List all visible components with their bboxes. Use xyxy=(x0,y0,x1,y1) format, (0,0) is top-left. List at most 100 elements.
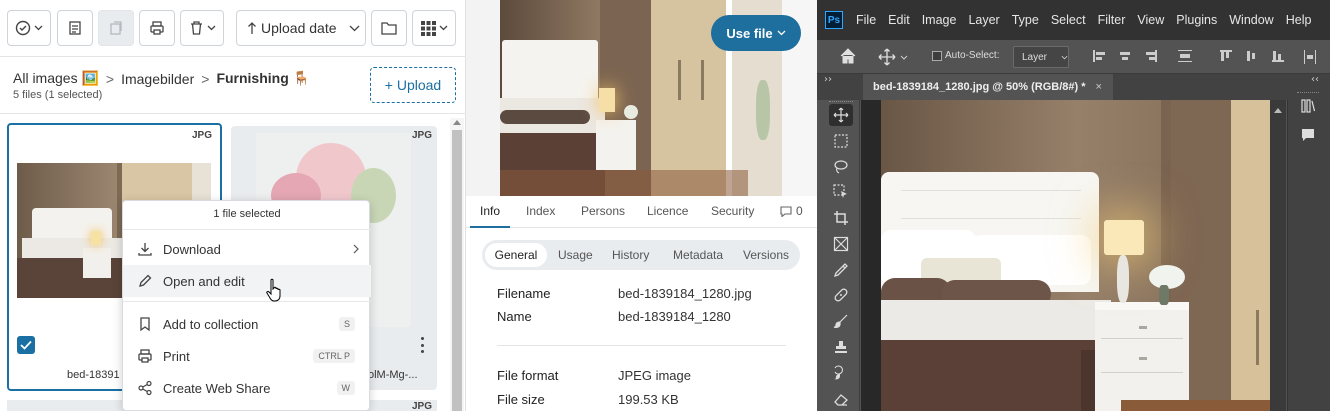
home-icon[interactable] xyxy=(839,47,857,65)
breadcrumb-imagebilder[interactable]: Imagebilder xyxy=(121,71,194,87)
use-file-button[interactable]: Use file xyxy=(711,15,801,51)
comments-icon[interactable] xyxy=(1300,127,1316,143)
header-divider xyxy=(0,113,466,114)
distribute-vertical-icon[interactable] xyxy=(1304,50,1316,64)
libraries-icon[interactable] xyxy=(1300,98,1316,114)
subtab-versions[interactable]: Versions xyxy=(743,248,789,262)
breadcrumb-current: Furnishing 🪑 xyxy=(216,70,311,86)
ps-menu-help[interactable]: Help xyxy=(1286,13,1312,27)
share-icon xyxy=(138,380,152,396)
ps-menu-view[interactable]: View xyxy=(1137,13,1164,27)
eraser-tool[interactable] xyxy=(829,388,853,410)
ps-menu-image[interactable]: Image xyxy=(922,13,957,27)
ps-menu-select[interactable]: Select xyxy=(1051,13,1086,27)
bookmark-icon xyxy=(140,317,150,332)
subtab-general[interactable]: General xyxy=(485,243,547,267)
tab-index[interactable]: Index xyxy=(526,204,555,218)
sort-label: Upload date xyxy=(261,20,337,36)
history-brush-tool[interactable] xyxy=(829,362,853,384)
auto-select-checkbox[interactable] xyxy=(932,51,942,61)
breadcrumb: All images 🖼️ > Imagebilder > Furnishing… xyxy=(13,70,310,87)
object-select-tool[interactable] xyxy=(829,181,853,203)
document-tab[interactable]: bed-1839184_1280.jpg @ 50% (RGB/8#) * × xyxy=(863,74,1113,100)
frame-tool[interactable] xyxy=(829,233,853,255)
tab-security[interactable]: Security xyxy=(711,204,754,218)
lasso-tool[interactable] xyxy=(829,156,853,178)
ps-menu-type[interactable]: Type xyxy=(1012,13,1039,27)
menu-print[interactable]: Print CTRL P xyxy=(123,340,371,372)
move-tool[interactable] xyxy=(829,104,853,126)
menu-download-label: Download xyxy=(163,241,221,257)
view-mode-button[interactable] xyxy=(412,10,456,46)
upload-button[interactable]: + Upload xyxy=(370,67,456,103)
tab-info[interactable]: Info xyxy=(480,204,500,218)
breadcrumb-all-images[interactable]: All images 🖼️ xyxy=(13,70,99,87)
field-value: 199.53 KB xyxy=(618,392,679,407)
brush-tool[interactable] xyxy=(829,310,853,332)
subtab-history[interactable]: History xyxy=(612,248,649,262)
comment-count: 0 xyxy=(796,204,803,218)
scrollbar-thumb[interactable] xyxy=(452,130,462,411)
align-middle-icon[interactable] xyxy=(1246,50,1258,62)
scroll-up-arrow[interactable] xyxy=(1274,108,1282,113)
ps-menu-layer[interactable]: Layer xyxy=(968,13,999,27)
file-count: 5 files (1 selected) xyxy=(13,89,103,101)
shortcut-badge: W xyxy=(336,381,355,395)
distribute-icon[interactable] xyxy=(1178,50,1192,62)
clone-stamp-tool[interactable] xyxy=(829,336,853,358)
marquee-tool[interactable] xyxy=(829,130,853,152)
menu-add-to-collection[interactable]: Add to collection S xyxy=(123,308,371,340)
check-circle-icon xyxy=(15,20,31,36)
more-options-icon[interactable] xyxy=(419,337,425,353)
align-center-icon[interactable] xyxy=(1119,50,1131,62)
align-bottom-icon[interactable] xyxy=(1272,50,1284,62)
tab-licence[interactable]: Licence xyxy=(647,204,688,218)
select-menu-button[interactable] xyxy=(7,10,51,46)
asset-filename: bed-18391 xyxy=(67,369,120,381)
align-right-icon[interactable] xyxy=(1145,50,1157,62)
tab-comments[interactable]: 0 xyxy=(780,204,803,218)
print-button[interactable] xyxy=(139,10,175,46)
chevron-down-icon[interactable] xyxy=(900,55,908,60)
selected-checkbox[interactable] xyxy=(17,336,35,354)
context-menu: 1 file selected Download Open and edit A… xyxy=(122,200,371,411)
subtab-general-label: General xyxy=(494,248,538,262)
healing-brush-tool[interactable] xyxy=(829,284,853,306)
menu-create-web-share[interactable]: Create Web Share W xyxy=(123,372,371,404)
close-tab-icon[interactable]: × xyxy=(1096,81,1102,93)
sort-select[interactable]: Upload date xyxy=(236,10,366,46)
subtab-usage[interactable]: Usage xyxy=(558,248,593,262)
move-tool-icon[interactable] xyxy=(878,48,896,66)
shortcut-badge: CTRL P xyxy=(313,349,355,363)
ps-menu-window[interactable]: Window xyxy=(1229,13,1273,27)
copy-button[interactable] xyxy=(98,10,134,46)
canvas-scrollbar[interactable] xyxy=(1270,100,1286,411)
chevron-down-icon xyxy=(34,25,43,31)
crop-tool[interactable] xyxy=(829,207,853,229)
collapse-left-icon[interactable]: ›› xyxy=(824,74,832,85)
tab-info-underline xyxy=(470,226,510,228)
layer-select[interactable]: Layer xyxy=(1013,46,1069,68)
align-top-icon[interactable] xyxy=(1220,50,1232,62)
ps-menu-edit[interactable]: Edit xyxy=(888,13,910,27)
folder-icon xyxy=(381,22,397,35)
collapse-right-icon[interactable]: ‹‹ xyxy=(1311,74,1319,85)
eyedropper-tool[interactable] xyxy=(829,259,853,281)
subtab-metadata[interactable]: Metadata xyxy=(673,248,723,262)
layer-select-value: Layer xyxy=(1022,51,1048,63)
document-icon xyxy=(69,21,81,35)
ps-menu-filter[interactable]: Filter xyxy=(1098,13,1126,27)
printer-icon xyxy=(138,349,152,363)
tab-persons[interactable]: Persons xyxy=(581,204,625,218)
ps-menu-plugins[interactable]: Plugins xyxy=(1176,13,1217,27)
ps-menu-file[interactable]: File xyxy=(856,13,876,27)
canvas-image[interactable] xyxy=(881,100,1270,411)
menu-open-and-edit[interactable]: Open and edit xyxy=(123,265,371,297)
scroll-up-arrow[interactable] xyxy=(453,120,461,125)
delete-menu-button[interactable] xyxy=(180,10,224,46)
menu-download[interactable]: Download xyxy=(123,233,371,265)
menu-add-to-collection-label: Add to collection xyxy=(163,316,259,332)
folder-button[interactable] xyxy=(371,10,407,46)
align-left-icon[interactable] xyxy=(1093,50,1105,62)
details-button[interactable] xyxy=(57,10,93,46)
